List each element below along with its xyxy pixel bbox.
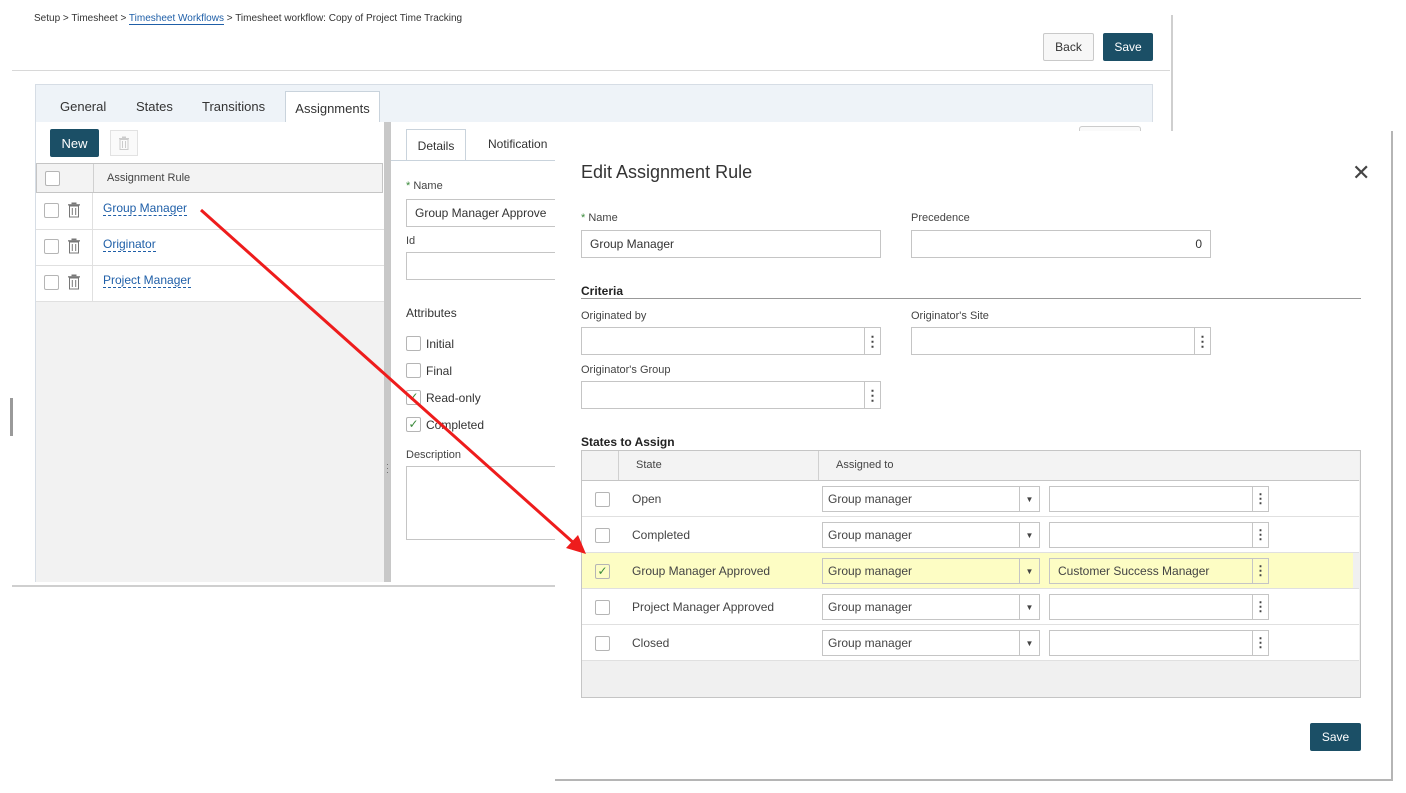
annotation-arrow-icon: [200, 208, 586, 554]
